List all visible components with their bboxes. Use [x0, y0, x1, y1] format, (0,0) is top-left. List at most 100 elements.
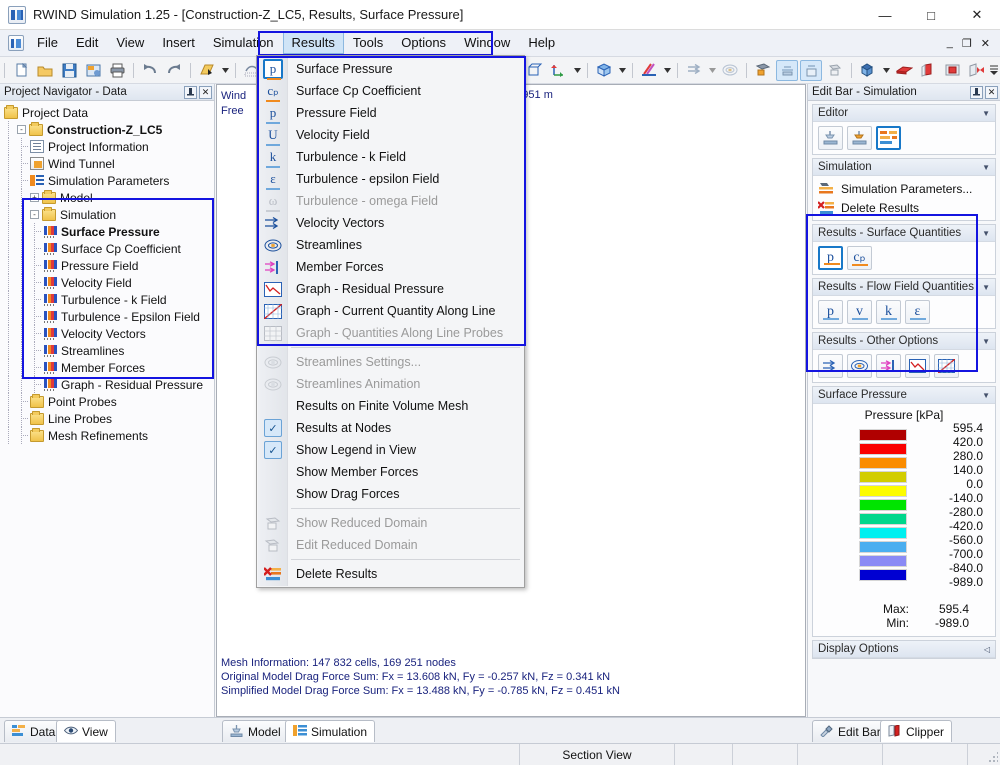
tree-item[interactable]: Graph - Residual Pressure [4, 376, 214, 393]
status-section-view[interactable]: Section View [520, 743, 675, 765]
chevron-down-icon[interactable]: ▼ [982, 391, 990, 400]
axis-dropdown-arrow-icon[interactable] [572, 60, 582, 81]
pressure-field-button[interactable]: p [818, 300, 843, 324]
menu-item[interactable]: ✓ Show Legend in View [257, 439, 524, 461]
menu-insert[interactable]: Insert [153, 32, 204, 54]
section-cube-dropdown-arrow-icon[interactable] [881, 60, 891, 81]
maximize-button[interactable]: □ [908, 0, 954, 30]
menu-item[interactable]: Show Drag Forces [257, 483, 524, 505]
tab-data[interactable]: Data [4, 720, 64, 742]
delete-results-item[interactable]: Delete Results [817, 198, 990, 217]
tree-item[interactable]: + Model [4, 189, 214, 206]
open-file-icon[interactable] [34, 60, 56, 81]
tree-item[interactable]: Turbulence - k Field [4, 291, 214, 308]
section-plane-horizontal-icon[interactable] [893, 60, 915, 81]
menu-item[interactable]: Graph - Current Quantity Along Line [257, 300, 524, 322]
menu-item[interactable]: Graph - Residual Pressure [257, 278, 524, 300]
tab-simulation[interactable]: Simulation [285, 720, 376, 742]
tree-item[interactable]: Velocity Vectors [4, 325, 214, 342]
tree-item[interactable]: Turbulence - Epsilon Field [4, 308, 214, 325]
tree-item[interactable]: Line Probes [4, 410, 214, 427]
resize-grip-icon[interactable] [986, 751, 998, 763]
menu-item[interactable]: Results on Finite Volume Mesh [257, 395, 524, 417]
minimize-button[interactable]: — [862, 0, 908, 30]
simulation-parameters-item[interactable]: Simulation Parameters... [818, 179, 990, 198]
print-icon[interactable] [106, 60, 128, 81]
undo-icon[interactable] [139, 60, 161, 81]
close-button[interactable]: ✕ [954, 0, 1000, 30]
tab-model[interactable]: Model [222, 720, 289, 742]
menu-item[interactable]: Streamlines [257, 234, 524, 256]
flow-field-group-header[interactable]: Results - Flow Field Quantities ▼ [813, 279, 995, 296]
menu-item[interactable]: U Velocity Field [257, 124, 524, 146]
mdi-restore-button[interactable]: ❐ [962, 37, 972, 50]
menu-item[interactable]: ε Turbulence - epsilon Field [257, 168, 524, 190]
menu-options[interactable]: Options [392, 32, 455, 54]
tree-item[interactable]: Velocity Field [4, 274, 214, 291]
chevron-down-icon[interactable]: ▼ [982, 283, 990, 292]
section-plane-front-icon[interactable] [941, 60, 963, 81]
chevron-down-icon[interactable]: ▼ [982, 109, 990, 118]
view-cube-icon[interactable] [593, 60, 615, 81]
tree-item[interactable]: - Construction-Z_LC5 [4, 121, 214, 138]
tree-item[interactable]: Pressure Field [4, 257, 214, 274]
menu-results[interactable]: Results [282, 32, 344, 54]
view-cube-dropdown-arrow-icon[interactable] [617, 60, 627, 81]
menu-file[interactable]: File [28, 32, 67, 54]
k-field-button[interactable]: k [876, 300, 901, 324]
tree-collapse-icon[interactable]: - [17, 125, 26, 134]
menu-view[interactable]: View [107, 32, 153, 54]
tree-item[interactable]: Streamlines [4, 342, 214, 359]
tree-item[interactable]: Project Data [4, 104, 214, 121]
redo-icon[interactable] [163, 60, 185, 81]
velocity-vectors-toolbar-icon[interactable] [683, 60, 705, 81]
menu-item[interactable]: Delete Results [257, 563, 524, 585]
tree-expand-icon[interactable]: + [30, 193, 39, 202]
menu-simulation[interactable]: Simulation [204, 32, 283, 54]
chevron-down-icon[interactable]: ▼ [982, 337, 990, 346]
velocity-field-button[interactable]: v [847, 300, 872, 324]
editor-group-header[interactable]: Editor ▼ [813, 105, 995, 122]
member-forces-button[interactable] [876, 354, 901, 378]
menu-help[interactable]: Help [519, 32, 564, 54]
toolbar-overflow-icon[interactable] [989, 60, 999, 81]
clipper-icon[interactable] [965, 60, 987, 81]
velocity-vectors-button[interactable] [818, 354, 843, 378]
tree-item[interactable]: Member Forces [4, 359, 214, 376]
menu-item[interactable]: p Surface Pressure [257, 58, 524, 80]
menu-tools[interactable]: Tools [344, 32, 392, 54]
mdi-minimize-button[interactable]: _ [947, 37, 953, 49]
streamlines-button[interactable] [847, 354, 872, 378]
render-mode-icon[interactable] [196, 60, 218, 81]
menu-window[interactable]: Window [455, 32, 519, 54]
chevron-down-icon[interactable]: ▼ [982, 229, 990, 238]
tree-item[interactable]: Simulation Parameters [4, 172, 214, 189]
menu-item[interactable]: k Turbulence - k Field [257, 146, 524, 168]
velocity-vectors-dropdown-arrow-icon[interactable] [707, 60, 717, 81]
menu-item[interactable]: ✓ Results at Nodes [257, 417, 524, 439]
section-cube-icon[interactable] [857, 60, 879, 81]
results-mesh-icon[interactable] [752, 60, 774, 81]
colors-icon[interactable] [638, 60, 660, 81]
edit-bar-close-button[interactable]: ✕ [985, 85, 998, 99]
tab-view[interactable]: View [56, 720, 116, 742]
surface-pressure-legend-header[interactable]: Surface Pressure ▼ [813, 387, 995, 404]
save-as-icon[interactable] [82, 60, 104, 81]
editor-table-icon[interactable] [876, 126, 901, 150]
tree-item[interactable]: Wind Tunnel [4, 155, 214, 172]
mdi-close-button[interactable]: ✕ [981, 37, 990, 50]
tree-item[interactable]: Project Information [4, 138, 214, 155]
colors-dropdown-arrow-icon[interactable] [662, 60, 672, 81]
other-options-group-header[interactable]: Results - Other Options ▼ [813, 333, 995, 350]
surface-cp-button[interactable]: cₚ [847, 246, 872, 270]
graph-quantity-button[interactable] [934, 354, 959, 378]
menu-item[interactable]: cₚ Surface Cp Coefficient [257, 80, 524, 102]
section-plane-vertical-icon[interactable] [917, 60, 939, 81]
editor-modify-icon[interactable] [847, 126, 872, 150]
tree-item[interactable]: Surface Cp Coefficient [4, 240, 214, 257]
menu-item[interactable]: Show Member Forces [257, 461, 524, 483]
results-dropdown-menu[interactable]: p Surface Pressure cₚ Surface Cp Coefficien… [256, 55, 526, 588]
save-icon[interactable] [58, 60, 80, 81]
render-mode-dropdown-arrow-icon[interactable] [220, 60, 230, 81]
display-options-header[interactable]: Display Options ◁ [813, 641, 995, 658]
